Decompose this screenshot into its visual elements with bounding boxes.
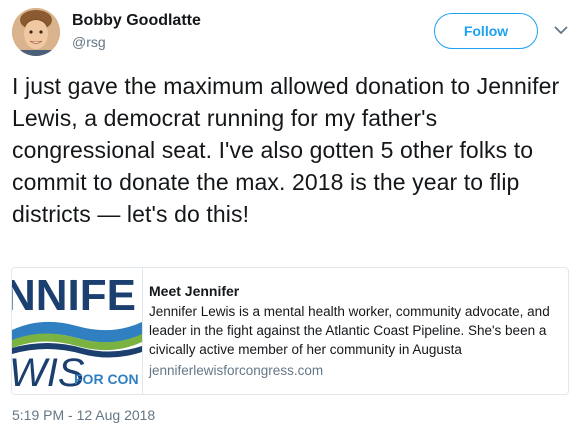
chevron-down-icon <box>554 26 568 34</box>
avatar-image <box>12 8 60 56</box>
author-display-name[interactable]: Bobby Goodlatte <box>72 12 201 30</box>
tweet-timestamp[interactable]: 5:19 PM - 12 Aug 2018 <box>12 407 155 423</box>
tweet: Bobby Goodlatte @rsg Follow I just gave … <box>0 0 586 445</box>
campaign-logo-image: NNIFE WIS FOR CON <box>12 268 142 394</box>
tweet-text: I just gave the maximum allowed donation… <box>12 73 560 227</box>
logo-text-top: NNIFE <box>12 271 136 320</box>
card-domain: jenniferlewisforcongress.com <box>149 363 324 378</box>
follow-button[interactable]: Follow <box>434 13 538 49</box>
card-body: Meet Jennifer Jennifer Lewis is a mental… <box>149 282 559 380</box>
logo-text-tag: FOR CON <box>74 371 139 387</box>
card-thumbnail: NNIFE WIS FOR CON <box>12 268 143 394</box>
more-options-button[interactable] <box>553 22 569 38</box>
avatar[interactable] <box>12 8 60 56</box>
link-card[interactable]: NNIFE WIS FOR CON Meet Jennifer Jennifer… <box>11 267 569 395</box>
card-description: Jennifer Lewis is a mental health worker… <box>149 304 550 357</box>
author-handle[interactable]: @rsg <box>72 34 106 50</box>
card-title: Meet Jennifer <box>149 283 240 299</box>
